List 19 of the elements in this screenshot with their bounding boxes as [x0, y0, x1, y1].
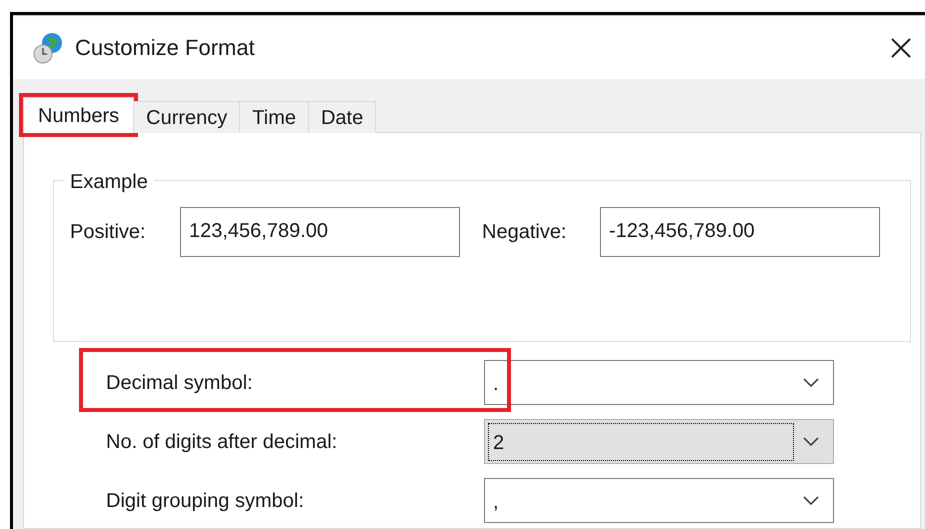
tab[interactable]: Date	[308, 101, 376, 133]
chevron-down-icon	[803, 436, 819, 446]
window-title: Customize Format	[75, 34, 255, 62]
close-icon	[890, 36, 912, 58]
chevron-down-icon	[803, 378, 819, 388]
setting-label: Decimal symbol:	[106, 370, 254, 396]
globe-clock-icon	[31, 30, 65, 64]
tab[interactable]: Currency	[134, 101, 240, 133]
tab[interactable]: Time	[240, 101, 309, 133]
negative-example-field: -123,456,789.00	[600, 207, 880, 257]
dropdown[interactable]: ,	[484, 478, 834, 523]
field-label: Negative:	[482, 220, 568, 245]
dropdown[interactable]: .	[484, 360, 834, 405]
field-label: Positive:	[70, 220, 147, 245]
dropdown[interactable]: 2	[484, 419, 834, 464]
positive-example-field: 123,456,789.00	[180, 207, 460, 257]
chevron-down-icon	[803, 496, 819, 506]
setting-label: Digit grouping symbol:	[106, 488, 305, 514]
setting-label: No. of digits after decimal:	[106, 430, 338, 454]
